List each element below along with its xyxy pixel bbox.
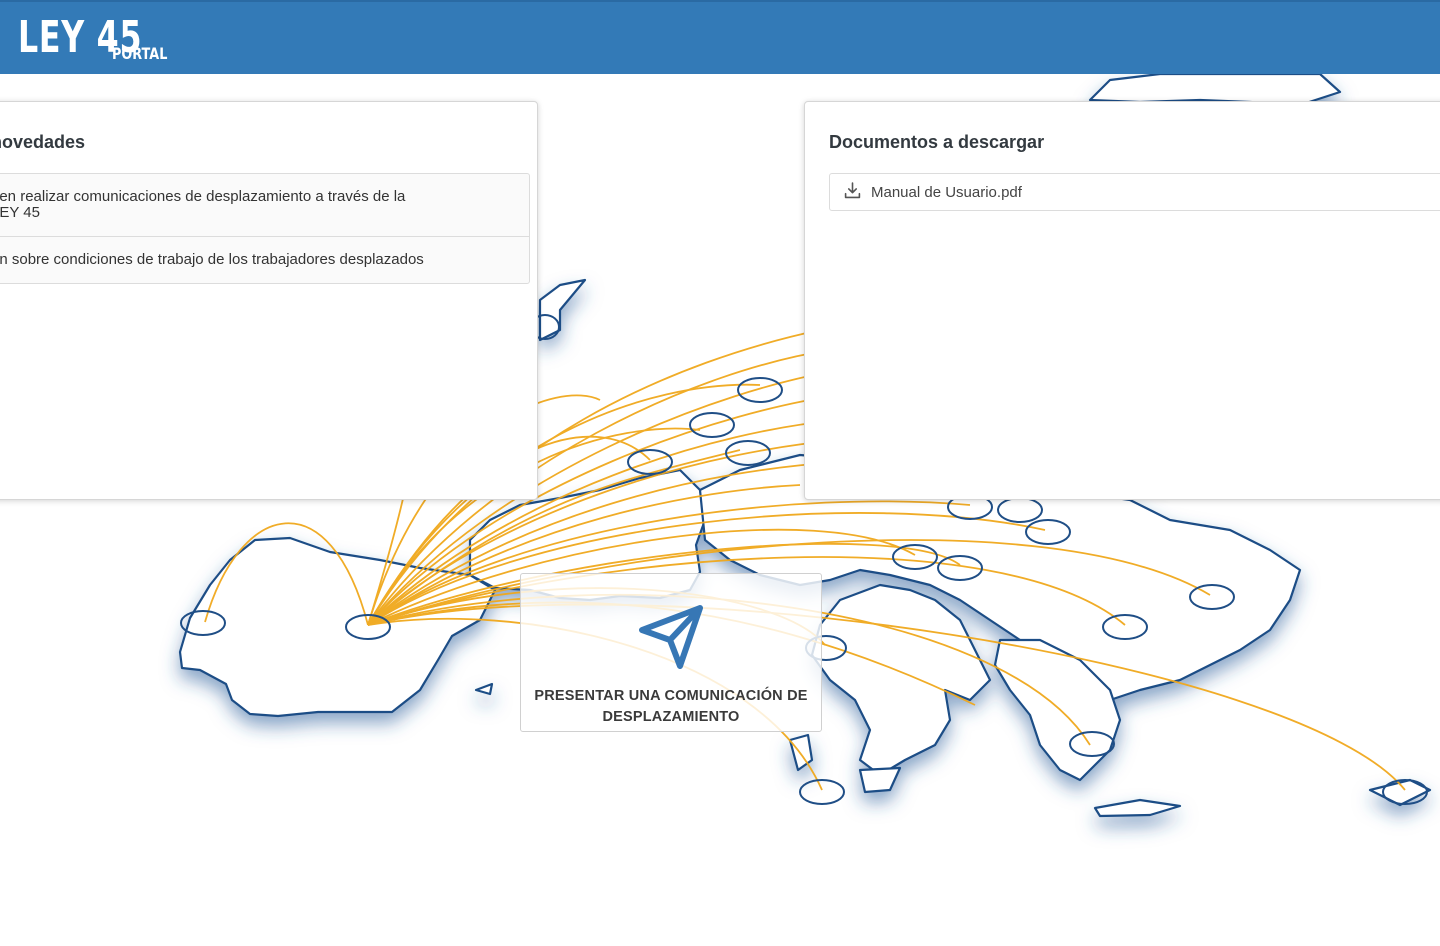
logo-sub-text: PORTAL xyxy=(112,44,168,63)
news-item-line: LEY 45 xyxy=(0,204,40,221)
documents-card: Documentos a descargar Manual de Usuario… xyxy=(804,101,1440,500)
news-item-line: den realizar comunicaciones de desplazam… xyxy=(0,188,406,205)
balearic-shape xyxy=(474,682,494,696)
crete-shape xyxy=(1093,798,1182,818)
news-item-line: ón sobre condiciones de trabajo de los t… xyxy=(0,251,424,268)
news-item[interactable]: ón sobre condiciones de trabajo de los t… xyxy=(0,237,529,283)
download-icon xyxy=(844,182,861,199)
cta-label-line: PRESENTAR UNA COMUNICACIÓN DE xyxy=(534,688,808,704)
news-item[interactable]: den realizar comunicaciones de desplazam… xyxy=(0,174,529,237)
document-link-manual[interactable]: Manual de Usuario.pdf xyxy=(844,182,1022,201)
paper-plane-icon xyxy=(639,605,703,669)
cta-label: PRESENTAR UNA COMUNICACIÓN DE DESPLAZAMI… xyxy=(521,686,821,728)
documents-list: Manual de Usuario.pdf xyxy=(829,173,1440,211)
top-header: LEY 45 PORTAL xyxy=(0,0,1440,74)
news-card-title: novedades xyxy=(0,132,86,152)
document-label: Manual de Usuario.pdf xyxy=(871,184,1022,201)
news-card: novedades den realizar comunicaciones de… xyxy=(0,101,538,500)
documents-card-title: Documentos a descargar xyxy=(829,132,1045,152)
cta-label-line: DESPLAZAMIENTO xyxy=(602,709,740,725)
italy-shape xyxy=(810,583,992,777)
submit-displacement-button[interactable]: PRESENTAR UNA COMUNICACIÓN DE DESPLAZAMI… xyxy=(520,573,822,732)
baltic-shape xyxy=(538,278,587,342)
sicily-shape xyxy=(858,766,902,794)
news-list: den realizar comunicaciones de desplazam… xyxy=(0,173,530,284)
